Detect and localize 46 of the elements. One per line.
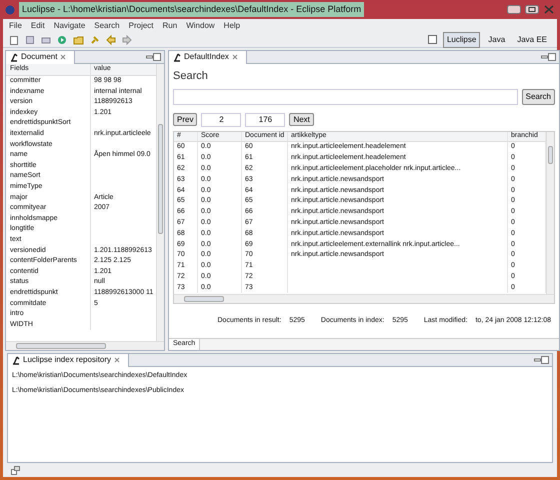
close-icon[interactable] (232, 54, 238, 60)
close-icon[interactable] (60, 54, 66, 60)
page-count-field[interactable]: 176 (245, 112, 286, 126)
minimize-icon[interactable] (146, 54, 153, 60)
maximize-icon[interactable] (541, 356, 549, 364)
arrow-left-icon[interactable] (106, 34, 116, 44)
vertical-scrollbar[interactable] (546, 132, 554, 294)
horizontal-scrollbar[interactable] (174, 294, 554, 302)
folder-icon[interactable] (73, 34, 84, 44)
menu-item[interactable]: File (9, 20, 22, 32)
minimize-icon[interactable] (541, 54, 548, 60)
arrow-right-icon[interactable] (122, 34, 132, 44)
maximize-icon[interactable] (525, 5, 539, 14)
minimize-icon[interactable] (534, 357, 541, 363)
menu-item[interactable]: Project (128, 20, 154, 32)
fast-view-icon[interactable] (11, 466, 20, 474)
maximize-icon[interactable] (548, 53, 556, 61)
page-field[interactable]: 2 (201, 112, 242, 126)
maximize-icon[interactable] (153, 53, 161, 61)
close-icon[interactable] (543, 5, 555, 14)
close-icon[interactable] (114, 357, 120, 363)
perspective-button[interactable]: Luclipse (442, 32, 480, 48)
menu-item[interactable]: Window (186, 20, 215, 32)
search-field[interactable] (173, 88, 518, 104)
vertical-scrollbar[interactable] (156, 64, 164, 341)
run-icon[interactable] (57, 34, 67, 44)
window-title: Luclipse - L:\home\kristian\Documents\searchindexes\DefaultIndex - Eclipse Platform (19, 2, 364, 18)
menu-item[interactable]: Edit (30, 20, 45, 32)
next-button[interactable]: Next (289, 112, 314, 126)
search-button[interactable]: Search (522, 88, 555, 104)
view-tab[interactable]: DefaultIndex (169, 50, 247, 64)
view-tab[interactable]: Document (6, 50, 76, 64)
view-tab[interactable]: Luclipse index repository (8, 354, 130, 366)
menu-item[interactable]: Search (94, 20, 120, 32)
menu-item[interactable]: Run (162, 20, 178, 32)
perspective-button[interactable]: Java (484, 32, 510, 48)
menu-item[interactable]: Navigate (54, 20, 86, 32)
new-file-icon[interactable] (9, 34, 19, 44)
minimize-icon[interactable] (507, 5, 521, 14)
view-heading: Search (172, 69, 209, 84)
perspective-button[interactable]: Java EE (513, 32, 551, 48)
prev-button[interactable]: Prev (173, 112, 198, 126)
horizontal-scrollbar[interactable] (6, 341, 164, 350)
app-icon (5, 4, 15, 14)
menu-item[interactable]: Help (224, 20, 240, 32)
open-perspective-icon[interactable] (428, 35, 437, 44)
